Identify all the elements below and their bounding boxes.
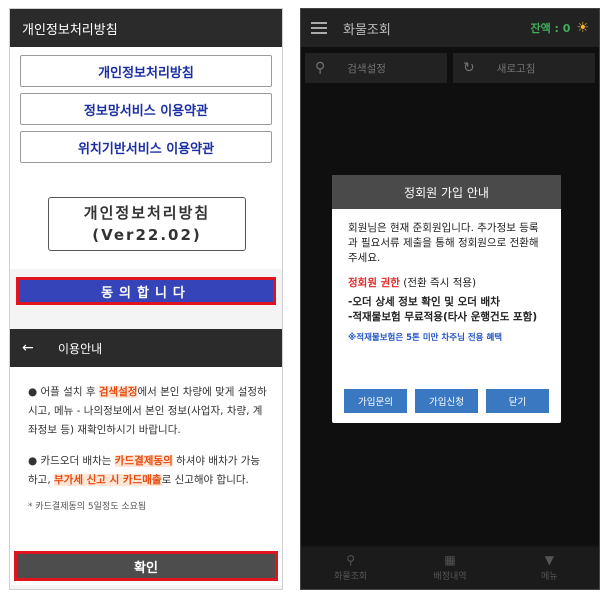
dialog-insurance-note: ※적재물보험은 5톤 미만 차주님 전용 혜택 (348, 333, 503, 343)
hamburger-menu-icon[interactable] (311, 22, 327, 34)
nav-assignments[interactable]: ▦ 배정내역 (400, 545, 499, 589)
policy-version-box: 개인정보처리방침 (Ver22.02) (48, 197, 246, 251)
screenshot-frame: 개인정보처리방침 개인정보처리방침 정보망서비스 이용약관 위치기반서비스 이용… (0, 0, 609, 600)
usage-guide-title: 이용안내 (58, 341, 103, 356)
bottom-navigation: ⚲ 화물조회 ▦ 배정내역 ▼ 메뉴 (301, 545, 599, 589)
membership-dialog: 정회원 가입 안내 회원님은 현재 준회원입니다. 추가정보 등록과 필요서류 … (332, 175, 561, 423)
guide-paragraph-1: ● 어플 설치 후 검색설정에서 본인 차량에 맞게 설정하시고, 메뉴 - 나… (28, 386, 267, 436)
arrow-left-icon[interactable]: ← (22, 340, 40, 356)
app-top-bar: 화물조회 잔액 : 0 ☀ (301, 9, 599, 47)
left-phone-screen: 개인정보처리방침 개인정보처리방침 정보망서비스 이용약관 위치기반서비스 이용… (9, 8, 283, 590)
policy-header-title: 개인정보처리방침 (22, 22, 118, 38)
policy-header: 개인정보처리방침 (10, 9, 282, 47)
privacy-policy-link[interactable]: 개인정보처리방침 (20, 55, 272, 87)
guide-note: * 카드결제동의 5일정도 소요됨 (28, 502, 147, 512)
policy-links-area: 개인정보처리방침 정보망서비스 이용약관 위치기반서비스 이용약관 개인정보처리… (10, 47, 282, 269)
close-button[interactable]: 닫기 (486, 389, 549, 413)
sun-icon[interactable]: ☀ (576, 20, 589, 36)
dialog-permission-item: -오더 상세 정보 확인 및 오더 배차 (348, 296, 500, 308)
join-apply-button[interactable]: 가입신청 (415, 389, 478, 413)
nav-cargo-search[interactable]: ⚲ 화물조회 (301, 545, 400, 589)
dialog-title: 정회원 가입 안내 (332, 175, 561, 209)
calendar-icon: ▦ (444, 552, 456, 567)
balance-label: 잔액 : 0 (530, 22, 571, 35)
dialog-permission-title: 정회원 권한 (전환 즉시 적용) (348, 277, 477, 289)
dialog-body: 회원님은 현재 준회원입니다. 추가정보 등록과 필요서류 제출을 통해 정회원… (332, 209, 561, 346)
usage-guide-content: ● 어플 설치 후 검색설정에서 본인 차량에 맞게 설정하시고, 메뉴 - 나… (10, 367, 282, 543)
dialog-intro: 회원님은 현재 준회원입니다. 추가정보 등록과 필요서류 제출을 통해 정회원… (348, 222, 539, 264)
policy-version-title: 개인정보처리방침 (83, 204, 211, 222)
agree-button[interactable]: 동의합니다 (16, 277, 276, 305)
chevron-down-circle-icon: ▼ (544, 552, 554, 567)
join-inquiry-button[interactable]: 가입문의 (344, 389, 407, 413)
policy-version-number: (Ver22.02) (92, 226, 202, 244)
confirm-area: 확인 (10, 543, 282, 585)
guide-paragraph-2: ● 카드오더 배차는 카드결제동의 하셔야 배차가 가능하고, 부가세 신고 시… (28, 455, 261, 486)
info-network-terms-link[interactable]: 정보망서비스 이용약관 (20, 93, 272, 125)
agree-area: 동의합니다 (10, 269, 282, 329)
app-title: 화물조회 (343, 22, 391, 38)
usage-guide-header: ← 이용안내 (10, 329, 282, 367)
nav-menu[interactable]: ▼ 메뉴 (500, 545, 599, 589)
dialog-buttons: 가입문의 가입신청 닫기 (344, 389, 549, 413)
dialog-permission-item: -적재물보험 무료적용(타사 운행건도 포함) (348, 311, 538, 323)
search-icon: ⚲ (346, 552, 356, 567)
location-terms-link[interactable]: 위치기반서비스 이용약관 (20, 131, 272, 163)
confirm-button[interactable]: 확인 (14, 551, 278, 581)
right-phone-screen: 화물조회 잔액 : 0 ☀ ⚲ 검색설정 ↻ 새로고침 ⚲ 화물조회 ▦ 배정내… (300, 8, 600, 590)
